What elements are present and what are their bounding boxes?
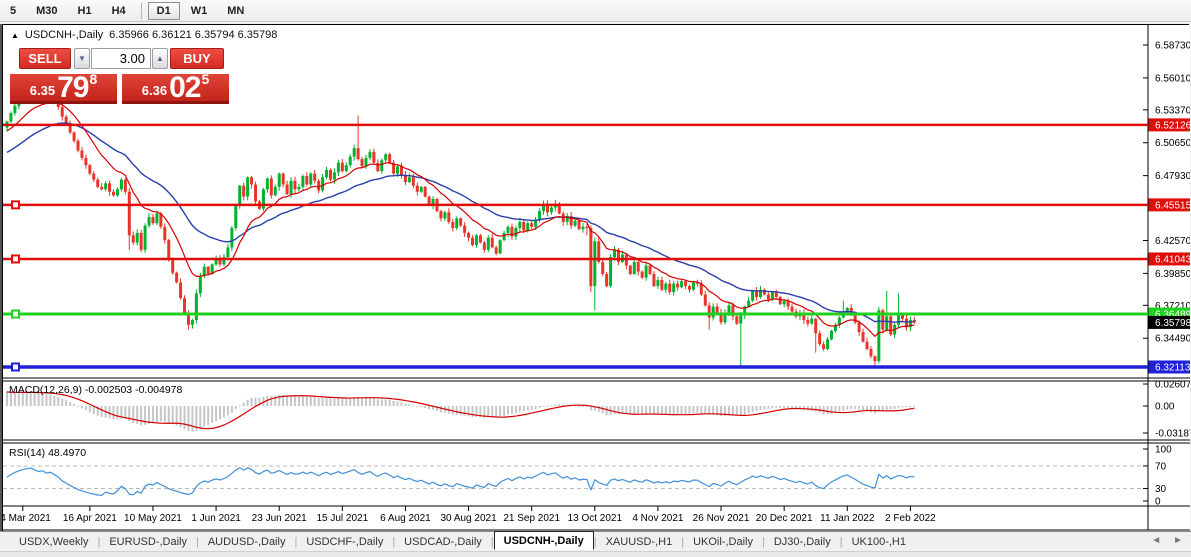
chart-ohlc-values: 6.35966 6.36121 6.35794 6.35798 [109, 29, 278, 41]
volume-spin-down-button[interactable]: ▼ [74, 48, 90, 69]
svg-text:6.56010: 6.56010 [1155, 73, 1190, 84]
bid-price-big: 79 [57, 71, 89, 104]
symbol-tabbar: USDX,Weekly | EURUSD-,Daily | AUDUSD-,Daily |… [0, 531, 1191, 551]
timeframe-button-m30[interactable]: M30 [27, 2, 66, 20]
bid-price-pipette: 8 [89, 71, 98, 87]
tab-scroll-right-icon[interactable]: ► [1173, 535, 1183, 546]
chart-title: ▲ USDCNH-,Daily 6.35966 6.36121 6.35794 … [11, 29, 277, 41]
toolbar-separator [140, 2, 142, 19]
svg-text:6.52126: 6.52126 [1155, 120, 1190, 131]
volume-input[interactable]: 3.00 [91, 48, 151, 69]
mt4-workspace: 5 M30 H1 H4 D1 W1 MN 6.58730 6.56010 6.53370 6.50… [0, 0, 1191, 557]
bid-price-prefix: 6.35 [29, 83, 56, 98]
svg-text:26 Nov 2021: 26 Nov 2021 [693, 513, 750, 524]
svg-text:6.47930: 6.47930 [1155, 171, 1190, 182]
svg-text:16 Apr 2021: 16 Apr 2021 [63, 513, 117, 524]
one-click-trade-panel: SELL ▼ 3.00 ▲ BUY 6.35 79 8 6.36 02 5 [9, 47, 231, 105]
svg-text:24 Mar 2021: 24 Mar 2021 [3, 513, 51, 524]
svg-text:21 Sep 2021: 21 Sep 2021 [503, 513, 560, 524]
chart-symbol-period: USDCNH-,Daily [24, 29, 104, 41]
svg-text:13 Oct 2021: 13 Oct 2021 [568, 513, 623, 524]
ask-price-prefix: 6.36 [141, 83, 168, 98]
svg-text:23 Jun 2021: 23 Jun 2021 [252, 513, 307, 524]
svg-text:6.32113: 6.32113 [1155, 362, 1190, 373]
ask-quote-box[interactable]: 6.36 02 5 [122, 71, 229, 104]
chart-tab-xauusd-h1[interactable]: XAUUSD-,H1 [597, 534, 682, 550]
svg-text:6.34490: 6.34490 [1155, 334, 1190, 345]
sell-button[interactable]: SELL [19, 48, 71, 69]
chart-window: 6.58730 6.56010 6.53370 6.50650 6.47930 6.425… [2, 24, 1190, 531]
chart-tab-usdcad-daily[interactable]: USDCAD-,Daily [395, 534, 491, 550]
chart-tab-audusd-daily[interactable]: AUDUSD-,Daily [199, 534, 295, 550]
trade-panel-row: SELL ▼ 3.00 ▲ BUY [9, 47, 231, 71]
timeframe-button-d1[interactable]: D1 [147, 1, 180, 20]
timeframe-button-h4[interactable]: H4 [103, 2, 135, 20]
svg-text:2 Feb 2022: 2 Feb 2022 [885, 513, 936, 524]
tab-scroll-left-icon[interactable]: ◄ [1151, 535, 1161, 546]
svg-text:6.42570: 6.42570 [1155, 236, 1190, 247]
svg-text:30 Aug 2021: 30 Aug 2021 [440, 513, 497, 524]
svg-text:10 May 2021: 10 May 2021 [124, 513, 182, 524]
timeframe-button-h1[interactable]: H1 [69, 2, 101, 20]
svg-text:MACD(12,26,9) -0.002503 -0.004: MACD(12,26,9) -0.002503 -0.004978 [9, 384, 183, 396]
svg-text:100: 100 [1155, 445, 1172, 456]
svg-text:0: 0 [1155, 497, 1161, 508]
svg-text:6.45515: 6.45515 [1155, 200, 1190, 211]
svg-text:11 Jan 2022: 11 Jan 2022 [820, 513, 875, 524]
timeframe-button-5[interactable]: 5 [1, 2, 25, 20]
chart-tab-ukoil-daily[interactable]: UKOil-,Daily [684, 534, 762, 550]
bottom-strip [0, 551, 1191, 557]
spin-up-icon: ▲ [156, 54, 164, 63]
svg-text:6.35798: 6.35798 [1155, 318, 1190, 329]
ask-price-pipette: 5 [201, 71, 210, 87]
chart-tab-usdcnh-daily[interactable]: USDCNH-,Daily [493, 531, 594, 550]
chart-tab-dj30-daily[interactable]: DJ30-,Daily [765, 534, 840, 550]
svg-text:20 Dec 2021: 20 Dec 2021 [756, 513, 813, 524]
svg-text:RSI(14) 48.4970: RSI(14) 48.4970 [9, 447, 86, 459]
svg-text:-0.03187: -0.03187 [1155, 429, 1190, 440]
volume-spin-up-button[interactable]: ▲ [152, 48, 168, 69]
timeframe-button-w1[interactable]: W1 [182, 2, 217, 20]
svg-text:70: 70 [1155, 461, 1167, 472]
timeframe-button-mn[interactable]: MN [218, 2, 253, 20]
svg-text:15 Jul 2021: 15 Jul 2021 [316, 513, 368, 524]
svg-text:6.41043: 6.41043 [1155, 254, 1190, 265]
svg-text:0.02607: 0.02607 [1155, 380, 1190, 391]
svg-text:1 Jun 2021: 1 Jun 2021 [191, 513, 241, 524]
svg-text:30: 30 [1155, 484, 1167, 495]
spin-down-icon: ▼ [78, 54, 86, 63]
ask-price-big: 02 [169, 71, 201, 104]
buy-button[interactable]: BUY [170, 48, 224, 69]
tab-scroll-arrows: ◄ ► [1151, 535, 1183, 546]
svg-text:6.58730: 6.58730 [1155, 41, 1190, 52]
svg-text:6.39850: 6.39850 [1155, 269, 1190, 280]
chart-tab-uk100-h1[interactable]: UK100-,H1 [843, 534, 915, 550]
bid-quote-box[interactable]: 6.35 79 8 [10, 71, 117, 104]
svg-text:6 Aug 2021: 6 Aug 2021 [380, 513, 431, 524]
timeframe-toolbar: 5 M30 H1 H4 D1 W1 MN [0, 0, 1191, 22]
collapse-arrow-icon[interactable]: ▲ [11, 31, 19, 40]
svg-text:6.53370: 6.53370 [1155, 105, 1190, 116]
svg-text:6.50650: 6.50650 [1155, 138, 1190, 149]
chart-tab-eurusd-daily[interactable]: EURUSD-,Daily [100, 534, 196, 550]
svg-text:0.00: 0.00 [1155, 402, 1175, 413]
chart-tab-usdchf-daily[interactable]: USDCHF-,Daily [297, 534, 392, 550]
chart-tab-usdx-weekly[interactable]: USDX,Weekly [10, 534, 97, 550]
svg-text:4 Nov 2021: 4 Nov 2021 [632, 513, 684, 524]
